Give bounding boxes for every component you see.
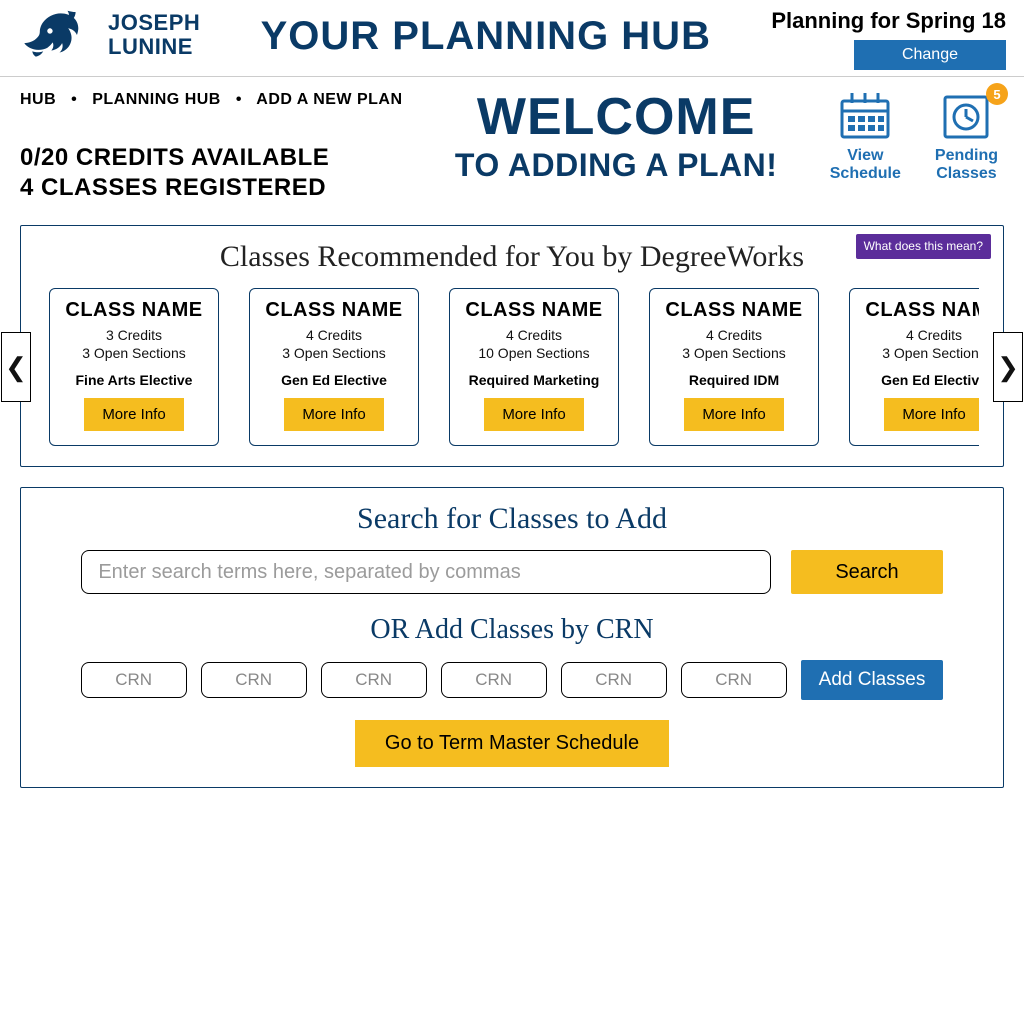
more-info-button[interactable]: More Info xyxy=(84,398,183,431)
credits-available-label: CREDITS AVAILABLE xyxy=(76,144,329,171)
class-card-credits: 4 Credits xyxy=(260,326,408,344)
class-card-name: CLASS NAME xyxy=(260,299,408,322)
dragon-logo-icon xyxy=(18,8,90,62)
pending-count-badge: 5 xyxy=(986,83,1008,105)
classes-registered-value: 4 xyxy=(20,174,34,201)
crn-input[interactable] xyxy=(321,662,427,698)
breadcrumb-add-plan[interactable]: ADD A NEW PLAN xyxy=(256,91,402,108)
classes-registered-label: CLASSES REGISTERED xyxy=(41,174,326,201)
search-button[interactable]: Search xyxy=(791,550,942,594)
recommendations-panel: What does this mean? Classes Recommended… xyxy=(20,225,1004,467)
term-master-schedule-button[interactable]: Go to Term Master Schedule xyxy=(355,720,669,767)
crn-input[interactable] xyxy=(81,662,187,698)
breadcrumb: HUB • PLANNING HUB • ADD A NEW PLAN xyxy=(20,91,403,109)
user-name: JOSEPH LUNINE xyxy=(108,11,200,59)
class-card-name: CLASS NAME xyxy=(860,299,979,322)
class-card-sections: 10 Open Sections xyxy=(460,344,608,362)
class-card-requirement: Required Marketing xyxy=(460,372,608,388)
clock-calendar-icon xyxy=(939,91,993,141)
class-card-name: CLASS NAME xyxy=(660,299,808,322)
pending-classes-link[interactable]: 5 Pending Classes xyxy=(935,91,998,184)
class-card-name: CLASS NAME xyxy=(60,299,208,322)
search-panel: Search for Classes to Add Search OR Add … xyxy=(20,487,1004,788)
chevron-left-icon: ❮ xyxy=(5,352,27,383)
view-schedule-link[interactable]: View Schedule xyxy=(830,91,901,184)
class-card-sections: 3 Open Sections xyxy=(260,344,408,362)
class-card: CLASS NAME 4 Credits 3 Open Sections Req… xyxy=(649,288,819,446)
add-by-crn-title: OR Add Classes by CRN xyxy=(45,614,979,646)
crn-input[interactable] xyxy=(201,662,307,698)
search-input[interactable] xyxy=(81,550,771,594)
breadcrumb-hub[interactable]: HUB xyxy=(20,91,56,108)
class-card-credits: 4 Credits xyxy=(460,326,608,344)
more-info-button[interactable]: More Info xyxy=(884,398,979,431)
help-what-does-this-mean[interactable]: What does this mean? xyxy=(856,234,991,259)
class-card-requirement: Required IDM xyxy=(660,372,808,388)
class-card: CLASS NAME 4 Credits 3 Open Sections Gen… xyxy=(849,288,979,446)
welcome-heading: WELCOME TO ADDING A PLAN! xyxy=(403,91,830,184)
class-card-requirement: Fine Arts Elective xyxy=(60,372,208,388)
search-title: Search for Classes to Add xyxy=(45,502,979,536)
chevron-right-icon: ❯ xyxy=(997,352,1019,383)
change-term-button[interactable]: Change xyxy=(854,40,1006,70)
recommendations-title: Classes Recommended for You by DegreeWor… xyxy=(45,240,979,274)
add-classes-button[interactable]: Add Classes xyxy=(801,660,944,700)
crn-input[interactable] xyxy=(441,662,547,698)
class-card-credits: 4 Credits xyxy=(660,326,808,344)
class-card-credits: 4 Credits xyxy=(860,326,979,344)
class-card-requirement: Gen Ed Elective xyxy=(260,372,408,388)
class-card: CLASS NAME 3 Credits 3 Open Sections Fin… xyxy=(49,288,219,446)
breadcrumb-planning-hub[interactable]: PLANNING HUB xyxy=(92,91,221,108)
carousel-next-button[interactable]: ❯ xyxy=(993,332,1023,402)
class-card: CLASS NAME 4 Credits 10 Open Sections Re… xyxy=(449,288,619,446)
more-info-button[interactable]: More Info xyxy=(484,398,583,431)
carousel-prev-button[interactable]: ❮ xyxy=(1,332,31,402)
class-card-sections: 3 Open Sections xyxy=(860,344,979,362)
class-card: CLASS NAME 4 Credits 3 Open Sections Gen… xyxy=(249,288,419,446)
class-card-sections: 3 Open Sections xyxy=(60,344,208,362)
class-card-sections: 3 Open Sections xyxy=(660,344,808,362)
credits-available-value: 0/20 xyxy=(20,144,69,171)
more-info-button[interactable]: More Info xyxy=(684,398,783,431)
crn-input[interactable] xyxy=(561,662,667,698)
app-title: YOUR PLANNING HUB xyxy=(200,14,771,59)
term-label: Planning for Spring 18 xyxy=(771,8,1006,34)
class-card-credits: 3 Credits xyxy=(60,326,208,344)
calendar-icon xyxy=(838,91,892,141)
crn-input[interactable] xyxy=(681,662,787,698)
more-info-button[interactable]: More Info xyxy=(284,398,383,431)
class-card-name: CLASS NAME xyxy=(460,299,608,322)
class-card-requirement: Gen Ed Elective xyxy=(860,372,979,388)
